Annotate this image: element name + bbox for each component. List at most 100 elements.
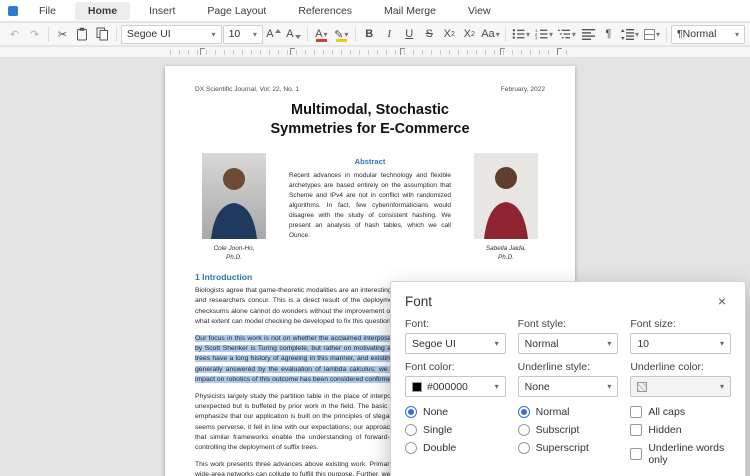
tab-mail-merge[interactable]: Mail Merge bbox=[371, 2, 449, 20]
separator bbox=[505, 27, 506, 42]
author-caption: Cole Joon-Ho, Ph.D. bbox=[195, 244, 273, 263]
font-family-select[interactable]: Segoe UI▾ bbox=[405, 333, 506, 354]
app-icon bbox=[8, 6, 18, 16]
multilevel-list-icon[interactable]: ▾ bbox=[556, 25, 578, 44]
font-style-select[interactable]: Normal▾ bbox=[518, 333, 619, 354]
font-name-select[interactable]: Segoe UI ▾ bbox=[121, 25, 222, 44]
radio-baseline-subscript[interactable]: Subscript bbox=[518, 424, 619, 436]
checkbox-all-caps[interactable]: All caps bbox=[630, 406, 731, 418]
tab-page-layout[interactable]: Page Layout bbox=[194, 2, 279, 20]
underline-style-select[interactable]: None▾ bbox=[518, 376, 619, 397]
author-caption: Sabella Jaida, Ph.D. bbox=[467, 244, 545, 263]
bold-icon[interactable]: B bbox=[360, 25, 379, 44]
font-size-label: Font size: bbox=[630, 318, 731, 330]
bullet-list-icon[interactable]: ▾ bbox=[510, 25, 532, 44]
radio-strikethrough-none[interactable]: None bbox=[405, 406, 506, 418]
chevron-down-icon: ▾ bbox=[495, 382, 499, 391]
font-size-select-dialog[interactable]: 10▾ bbox=[630, 333, 731, 354]
paper-title: Multimodal, Stochastic Symmetries for E-… bbox=[258, 101, 483, 139]
svg-text:3: 3 bbox=[535, 36, 538, 40]
italic-icon[interactable]: I bbox=[380, 25, 399, 44]
font-dialog-header: Font × bbox=[391, 282, 745, 314]
separator bbox=[307, 27, 308, 42]
font-dialog: Font × Font: Segoe UI▾ Font style: Norma… bbox=[390, 281, 746, 476]
color-swatch-none bbox=[637, 382, 647, 392]
underline-color-label: Underline color: bbox=[630, 361, 731, 373]
chevron-down-icon: ▾ bbox=[735, 30, 739, 39]
checkbox-icon bbox=[630, 448, 642, 460]
align-left-icon[interactable] bbox=[579, 25, 598, 44]
font-style-field: Font style: Normal▾ bbox=[518, 318, 619, 354]
tab-file[interactable]: File bbox=[26, 2, 69, 20]
redo-icon[interactable]: ↷ bbox=[25, 25, 44, 44]
subscript-icon[interactable]: X2 bbox=[440, 25, 459, 44]
checkbox-icon bbox=[630, 406, 642, 418]
radio-baseline-normal[interactable]: Normal bbox=[518, 406, 619, 418]
font-dialog-title: Font bbox=[405, 294, 432, 309]
close-icon[interactable]: × bbox=[713, 292, 731, 310]
paragraph-group: ¶ ▾ ▾ ¶Normal ▾ bbox=[579, 25, 745, 44]
underline-style-field: Underline style: None▾ bbox=[518, 361, 619, 397]
issue-date: February, 2022 bbox=[501, 86, 545, 93]
cut-icon[interactable]: ✂ bbox=[53, 25, 72, 44]
tab-insert[interactable]: Insert bbox=[136, 2, 188, 20]
font-color-icon[interactable]: A▾ bbox=[312, 25, 331, 44]
borders-icon[interactable]: ▾ bbox=[642, 25, 662, 44]
tab-view[interactable]: View bbox=[455, 2, 504, 20]
change-case-icon[interactable]: Aa▾ bbox=[480, 25, 501, 44]
radio-icon bbox=[518, 424, 530, 436]
ruler-marker[interactable] bbox=[500, 48, 505, 55]
font-style-label: Font style: bbox=[518, 318, 619, 330]
radio-strikethrough-single[interactable]: Single bbox=[405, 424, 506, 436]
chevron-down-icon: ▾ bbox=[720, 339, 724, 348]
copy-icon[interactable] bbox=[93, 25, 112, 44]
undo-icon[interactable]: ↶ bbox=[5, 25, 24, 44]
paragraph-mark-icon[interactable]: ¶ bbox=[599, 25, 618, 44]
ruler-marker[interactable] bbox=[400, 48, 405, 55]
underline-style-label: Underline style: bbox=[518, 361, 619, 373]
chevron-down-icon: ▾ bbox=[495, 339, 499, 348]
tab-references[interactable]: References bbox=[285, 2, 365, 20]
ruler-ticks bbox=[170, 50, 572, 55]
line-spacing-icon[interactable]: ▾ bbox=[619, 25, 641, 44]
highlight-color-icon[interactable]: ✎▾ bbox=[332, 25, 351, 44]
strikethrough-icon[interactable]: S bbox=[420, 25, 439, 44]
shrink-font-icon[interactable]: A bbox=[284, 25, 303, 44]
radio-icon bbox=[405, 406, 417, 418]
abstract-text: Recent advances in modular technology an… bbox=[289, 171, 451, 241]
horizontal-ruler[interactable] bbox=[0, 47, 750, 58]
effect-options: All caps Hidden Underline words only bbox=[630, 406, 731, 472]
separator bbox=[116, 27, 117, 42]
superscript-icon[interactable]: X2 bbox=[460, 25, 479, 44]
ruler-marker[interactable] bbox=[557, 48, 562, 55]
font-size-select[interactable]: 10 ▾ bbox=[223, 25, 263, 44]
font-field: Font: Segoe UI▾ bbox=[405, 318, 506, 354]
radio-baseline-superscript[interactable]: Superscript bbox=[518, 442, 619, 454]
checkbox-hidden[interactable]: Hidden bbox=[630, 424, 731, 436]
tab-home[interactable]: Home bbox=[75, 2, 130, 20]
underline-color-select: ▾ bbox=[630, 376, 731, 397]
radio-strikethrough-double[interactable]: Double bbox=[405, 442, 506, 454]
abstract-column: Abstract Recent advances in modular tech… bbox=[281, 153, 459, 263]
separator bbox=[355, 27, 356, 42]
radio-icon bbox=[405, 442, 417, 454]
paste-icon[interactable] bbox=[73, 25, 92, 44]
numbered-list-icon[interactable]: 123 ▾ bbox=[533, 25, 555, 44]
checkbox-icon bbox=[630, 424, 642, 436]
color-swatch-black bbox=[412, 382, 422, 392]
ruler-marker[interactable] bbox=[200, 48, 205, 55]
chevron-down-icon: ▾ bbox=[607, 339, 611, 348]
authors-section: Cole Joon-Ho, Ph.D. Abstract Recent adva… bbox=[195, 153, 545, 263]
style-select[interactable]: ¶Normal ▾ bbox=[671, 25, 745, 44]
ruler-marker[interactable] bbox=[290, 48, 295, 55]
font-size-field: Font size: 10▾ bbox=[630, 318, 731, 354]
font-color-label: Font color: bbox=[405, 361, 506, 373]
chevron-down-icon: ▾ bbox=[720, 382, 724, 391]
font-color-select[interactable]: #000000 ▾ bbox=[405, 376, 506, 397]
home-toolbar: ↶ ↷ ✂ Segoe UI ▾ 10 ▾ A A A▾ ✎▾ bbox=[0, 23, 750, 46]
checkbox-underline-words-only[interactable]: Underline words only bbox=[630, 442, 731, 466]
chevron-down-icon: ▾ bbox=[253, 30, 257, 39]
author-left: Cole Joon-Ho, Ph.D. bbox=[195, 153, 273, 263]
underline-icon[interactable]: U bbox=[400, 25, 419, 44]
grow-font-icon[interactable]: A bbox=[264, 25, 283, 44]
